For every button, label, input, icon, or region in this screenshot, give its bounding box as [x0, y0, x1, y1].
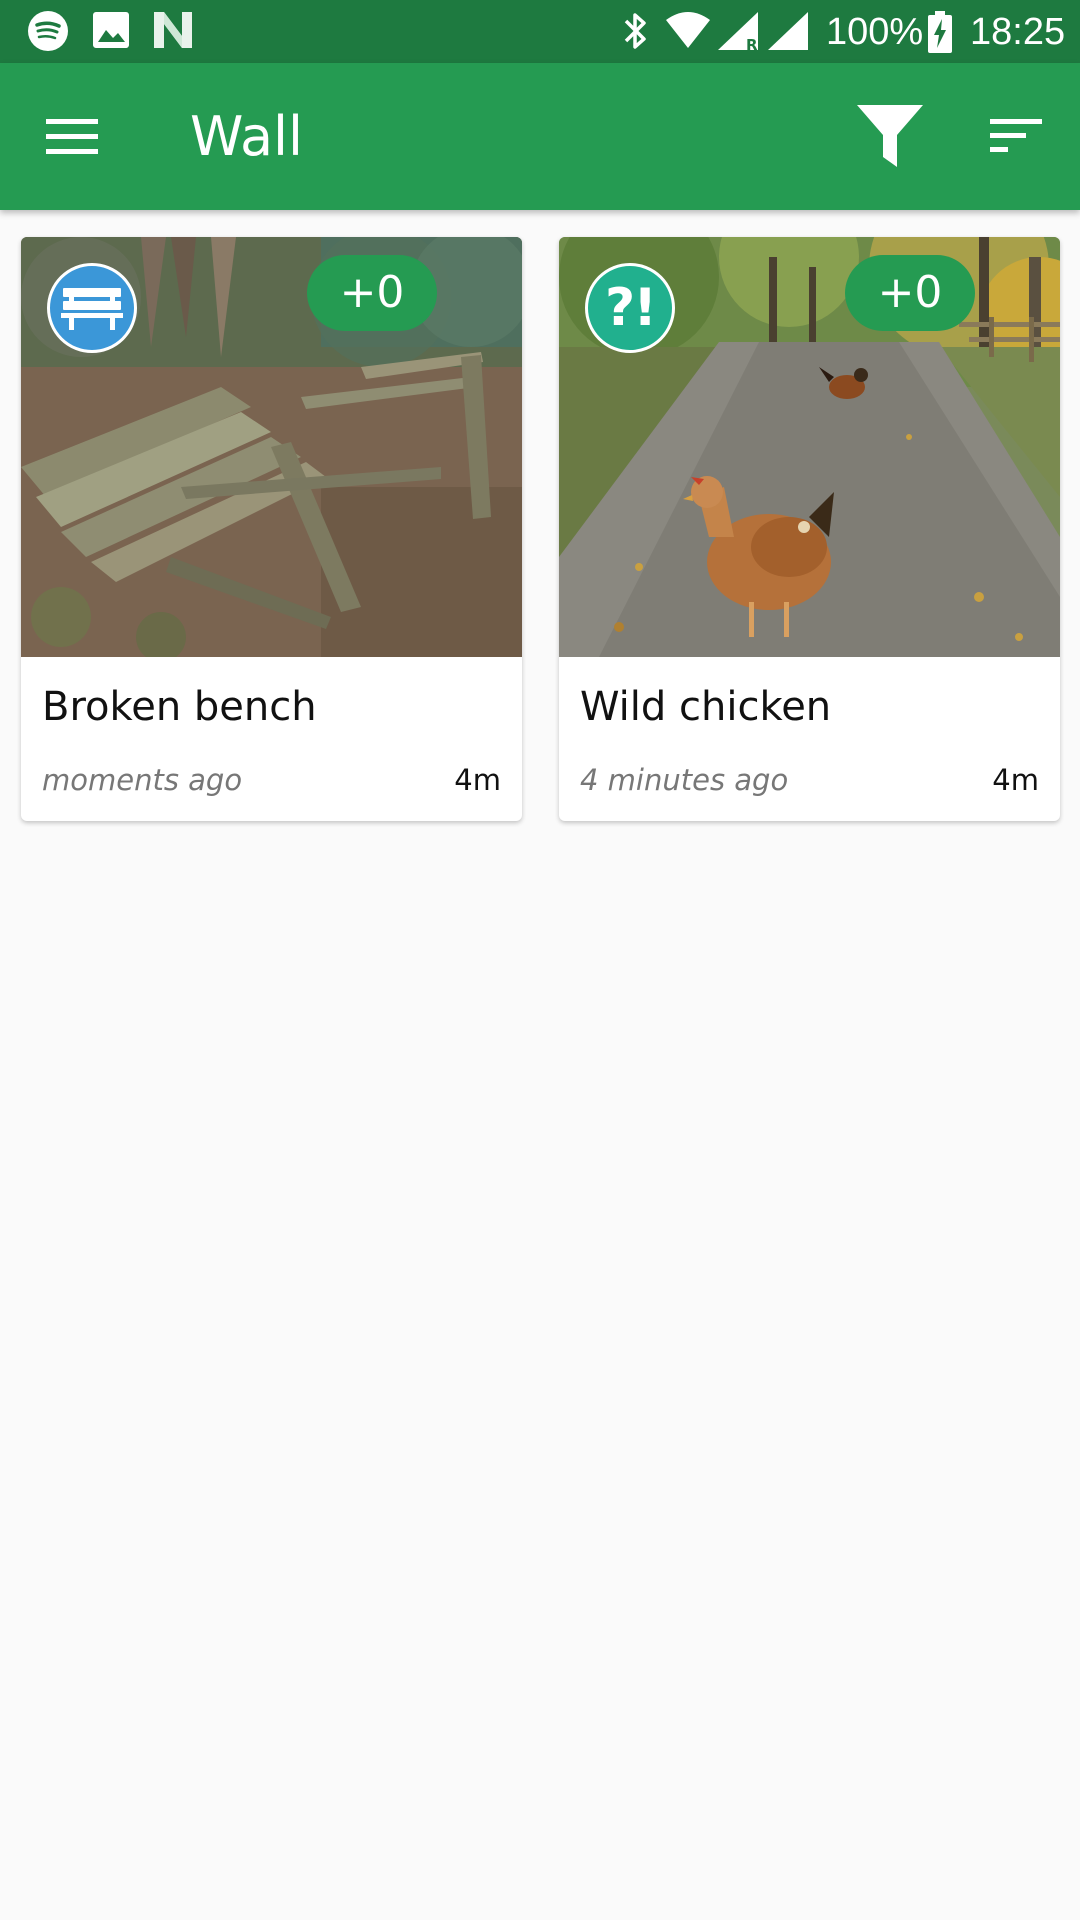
signal-icon: [768, 12, 808, 50]
image-icon: [93, 12, 129, 48]
card-distance: 4m: [454, 763, 501, 797]
sort-icon[interactable]: [990, 115, 1042, 157]
vote-score[interactable]: +0: [845, 255, 975, 331]
filter-icon[interactable]: [855, 103, 925, 169]
clock: 18:25: [970, 11, 1066, 53]
category-label: ?!: [605, 278, 657, 338]
card-timestamp: 4 minutes ago: [580, 763, 789, 797]
app-bar: Wall: [0, 63, 1080, 210]
battery-percentage: 100%: [826, 11, 924, 53]
page-title: Wall: [190, 105, 304, 168]
menu-icon[interactable]: [46, 117, 98, 157]
wifi-icon: [666, 12, 710, 48]
bluetooth-icon: [624, 13, 646, 49]
n-icon: [154, 12, 192, 48]
svg-text:R: R: [746, 36, 758, 52]
status-bar: R 100% 18:25: [0, 0, 1080, 63]
signal-r-icon: R: [718, 12, 758, 52]
report-card[interactable]: ?! +0 Wild chicken 4 minutes ago 4m: [559, 237, 1060, 821]
card-timestamp: moments ago: [42, 763, 243, 797]
card-distance: 4m: [992, 763, 1039, 797]
report-card[interactable]: +0 Broken bench moments ago 4m: [21, 237, 522, 821]
card-title: Wild chicken: [580, 684, 832, 730]
spotify-icon: [28, 11, 68, 51]
battery-charging-icon: [928, 11, 952, 53]
card-title: Broken bench: [42, 684, 317, 730]
vote-score[interactable]: +0: [307, 255, 437, 331]
question-exclamation-icon: ?!: [585, 263, 675, 353]
bench-icon: [47, 263, 137, 353]
